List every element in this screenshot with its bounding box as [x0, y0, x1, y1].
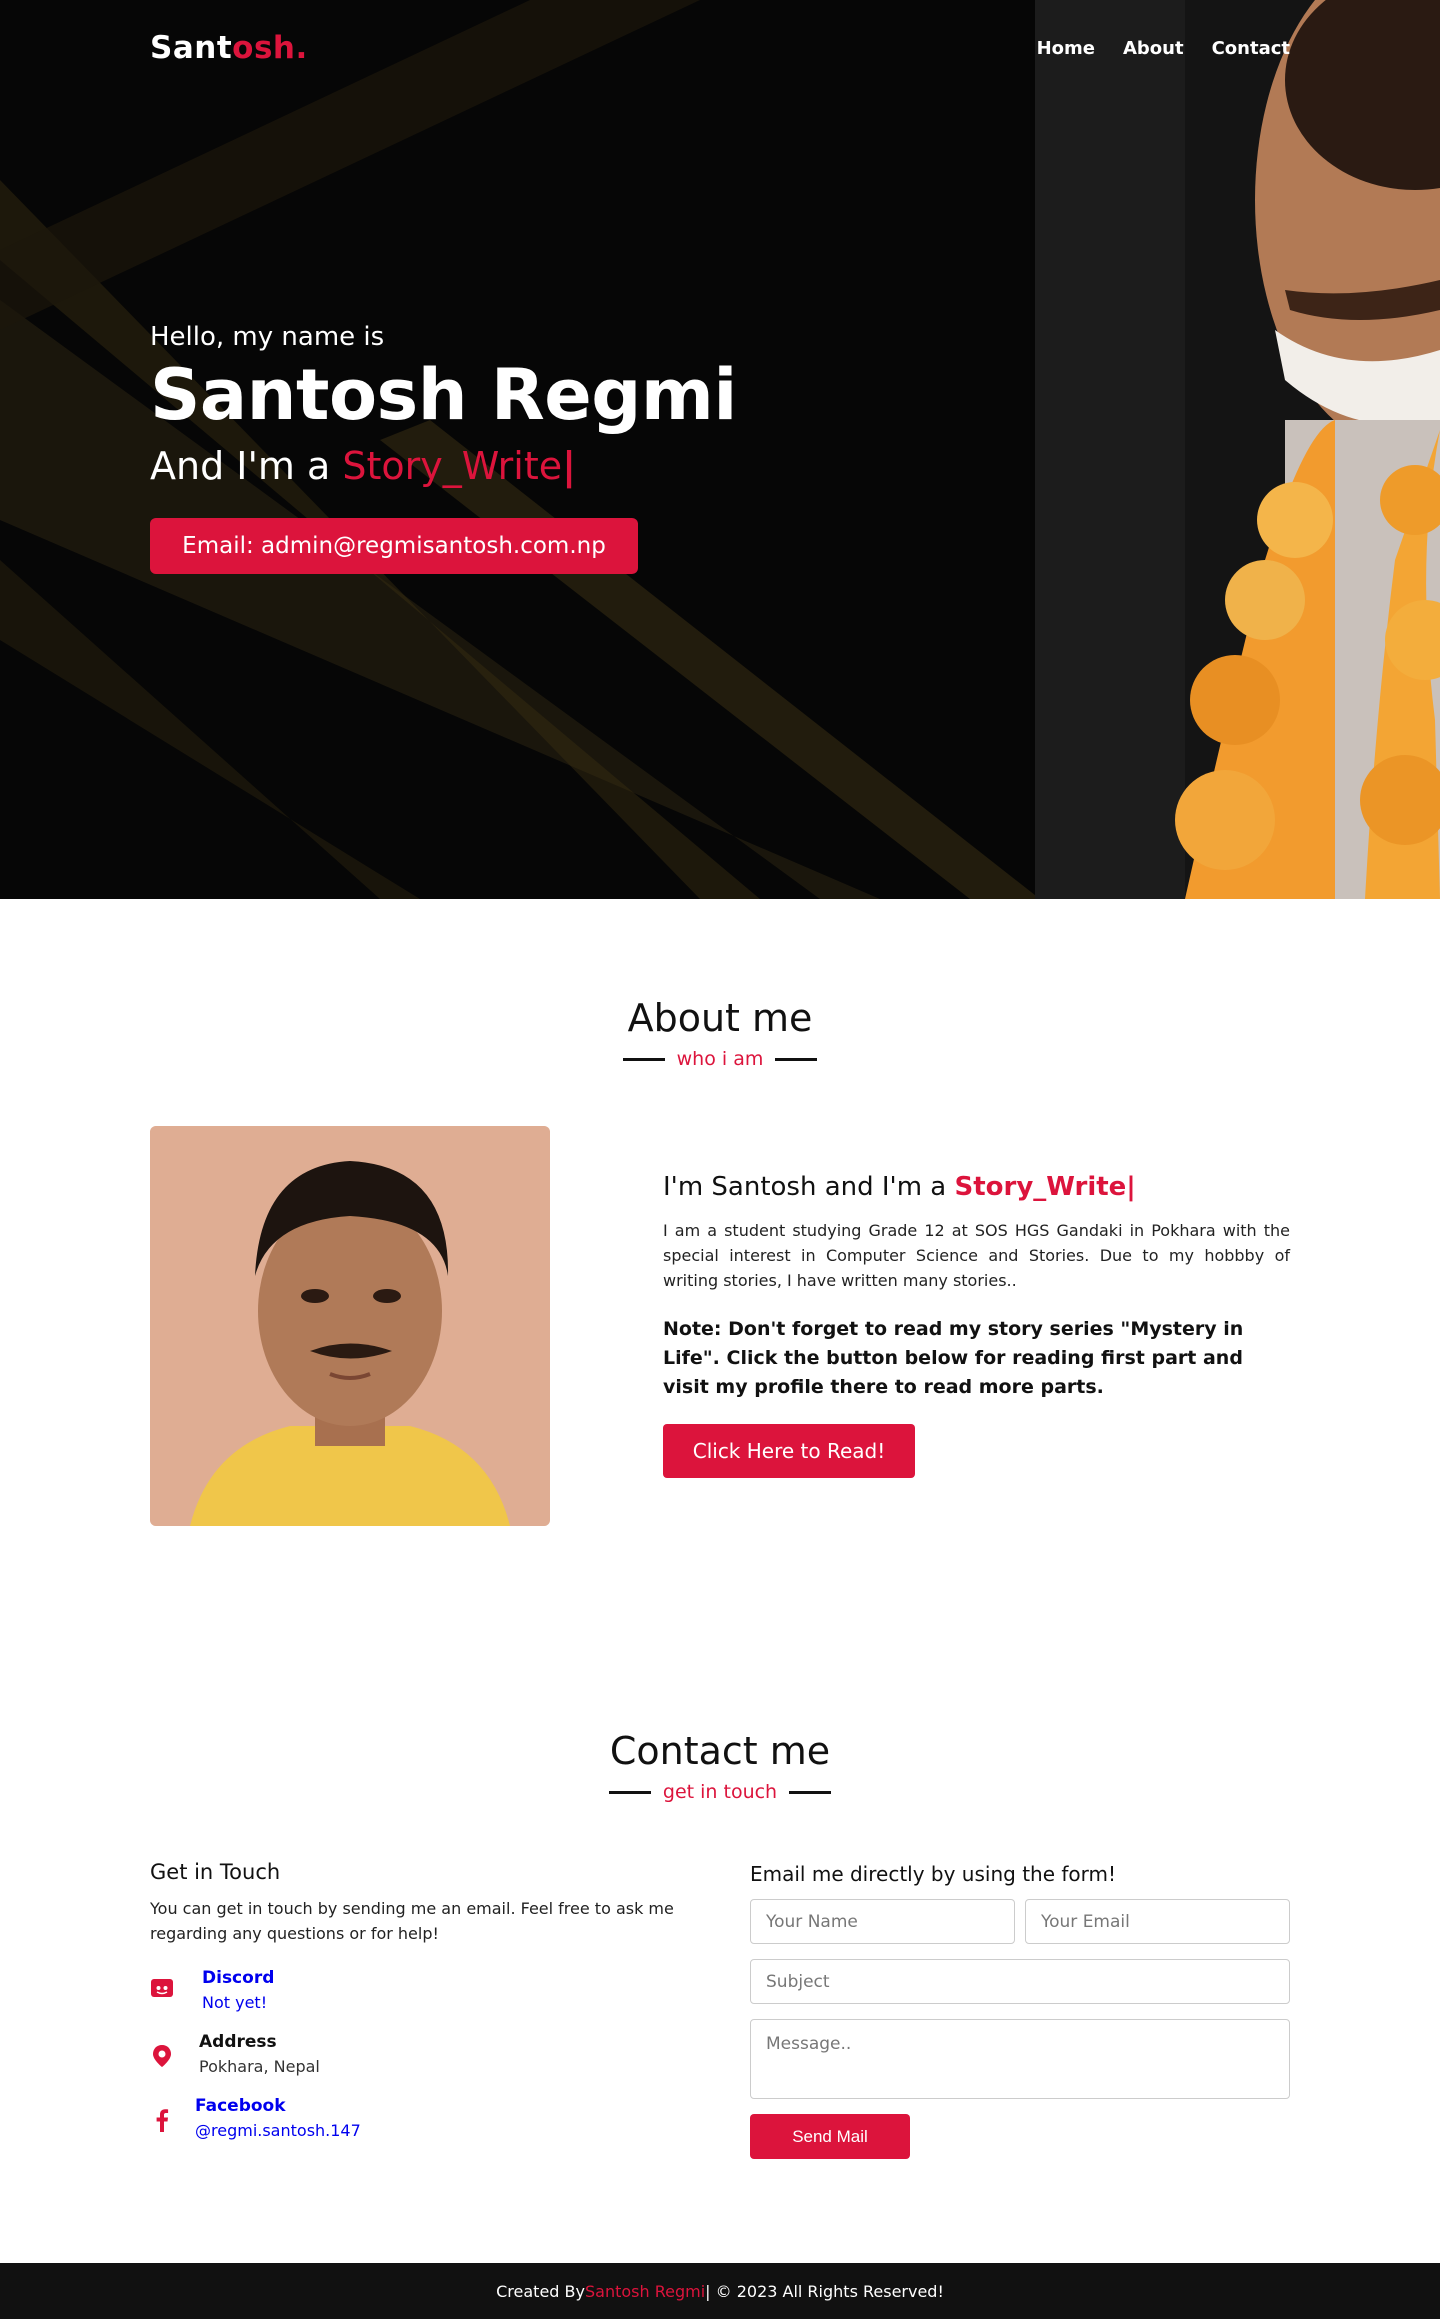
about-subtitle: who i am — [622, 1048, 818, 1070]
subject-input[interactable] — [750, 1959, 1290, 2004]
hero-greeting: Hello, my name is — [150, 322, 385, 352]
nav-link-contact[interactable]: Contact — [1212, 38, 1290, 59]
hero-section: Santosh. Home About Contact Hello, my na… — [0, 0, 1440, 899]
about-note: Note: Don't forget to read my story seri… — [663, 1318, 1244, 1398]
contact-item-facebook: Facebook @regmi.santosh.147 — [150, 2096, 690, 2152]
email-input[interactable] — [1025, 1899, 1290, 1944]
address-label: Address — [199, 2032, 277, 2052]
divider-left — [622, 1057, 665, 1061]
brand-logo[interactable]: Santosh. — [150, 30, 308, 66]
facebook-icon — [156, 2109, 169, 2132]
get-in-touch-heading: Get in Touch — [150, 1860, 281, 1884]
contact-section-header: Contact me get in touch — [0, 1729, 1440, 1803]
nav-link-home[interactable]: Home — [1037, 38, 1095, 59]
form-heading: Email me directly by using the form! — [750, 1862, 1117, 1886]
divider-right — [789, 1790, 832, 1794]
divider-left — [608, 1790, 651, 1794]
contact-item-address: Address Pokhara, Nepal — [150, 2032, 690, 2088]
contact-item-discord: Discord Not yet! — [150, 1968, 690, 2024]
send-mail-button[interactable]: Send Mail — [750, 2114, 910, 2159]
address-value: Pokhara, Nepal — [199, 2057, 320, 2076]
discord-icon — [151, 1979, 173, 1997]
discord-label[interactable]: Discord — [202, 1968, 274, 1988]
footer: Created By Santosh Regmi | © 2023 All Ri… — [0, 2263, 1440, 2319]
contact-form: Email me directly by using the form! Sen… — [750, 1862, 1290, 2159]
contact-intro: You can get in touch by sending me an em… — [150, 1899, 674, 1943]
hero-role: And I'm a Story_Write| — [150, 444, 577, 488]
nav-links: Home About Contact — [1037, 38, 1290, 59]
email-button[interactable]: Email: admin@regmisantosh.com.np — [150, 518, 638, 574]
hero-portrait-image — [1035, 0, 1440, 899]
contact-info: Get in Touch You can get in touch by sen… — [150, 1860, 690, 2152]
nav-link-about[interactable]: About — [1123, 38, 1184, 59]
about-section-header: About me who i am — [0, 996, 1440, 1070]
name-input[interactable] — [750, 1899, 1015, 1944]
navbar: Santosh. Home About Contact — [0, 0, 1440, 100]
footer-prefix: Created By — [496, 2281, 585, 2301]
discord-value[interactable]: Not yet! — [202, 1993, 274, 2012]
facebook-label[interactable]: Facebook — [195, 2096, 361, 2116]
contact-subtitle: get in touch — [608, 1781, 832, 1803]
divider-right — [775, 1057, 818, 1061]
about-description: I am a student studying Grade 12 at SOS … — [663, 1221, 1290, 1290]
contact-title: Contact me — [609, 1729, 831, 1773]
map-pin-icon — [153, 2045, 171, 2067]
about-portrait-image — [150, 1126, 550, 1526]
message-input[interactable] — [750, 2019, 1290, 2099]
about-heading: I'm Santosh and I'm a Story_Write| — [663, 1172, 1136, 1202]
about-title: About me — [627, 996, 813, 1040]
hero-name: Santosh Regmi — [150, 354, 737, 436]
footer-author-link[interactable]: Santosh Regmi — [585, 2282, 705, 2301]
facebook-value[interactable]: @regmi.santosh.147 — [195, 2121, 361, 2140]
read-story-button[interactable]: Click Here to Read! — [663, 1424, 915, 1478]
footer-suffix: | © 2023 All Rights Reserved! — [705, 2281, 944, 2301]
hero-intro: Hello, my name is Santosh Regmi And I'm … — [150, 322, 737, 488]
form-row-name-email — [750, 1899, 1290, 1944]
about-content: I'm Santosh and I'm a Story_Write| I am … — [663, 1172, 1290, 1478]
